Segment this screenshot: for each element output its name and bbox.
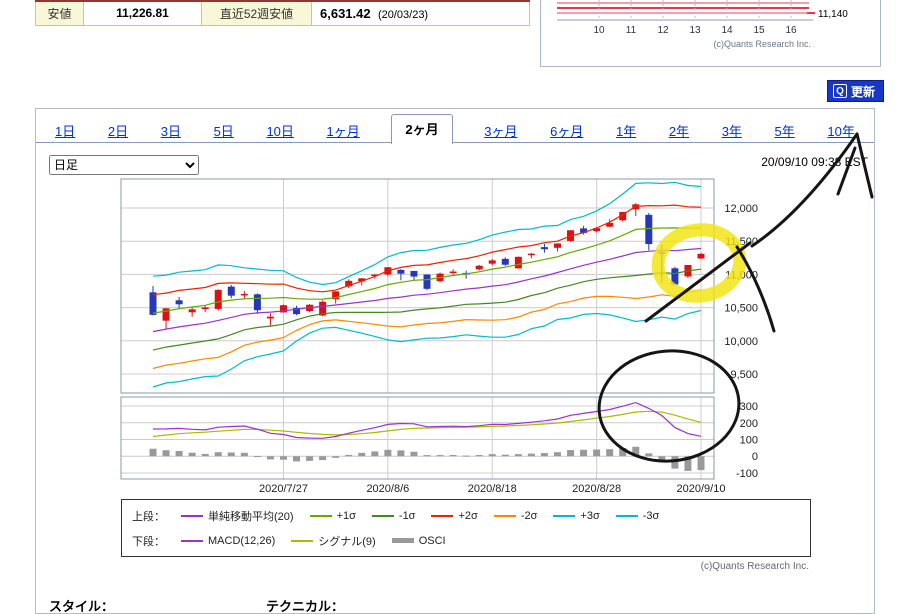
low-price-value: 11,226.81 — [84, 1, 202, 25]
macd-lines-layer — [153, 403, 701, 439]
chart-timestamp: 20/09/10 09:38 EST — [761, 155, 868, 169]
refresh-icon: Q — [833, 84, 847, 98]
legend-item: +3σ — [553, 510, 599, 522]
legend-item: 単純移動平均(20) — [181, 508, 294, 524]
chart-copyright: (c)Quants Research Inc. — [701, 561, 809, 572]
main-chart-svg: 12,000 11,500 11,000 10,500 10,000 9,500 300 20… — [36, 169, 876, 504]
svg-text:11,500: 11,500 — [725, 236, 758, 248]
svg-text:14: 14 — [721, 25, 733, 36]
legend-item: -1σ — [372, 510, 416, 522]
chart-panel: 1日2日3日5日10日1ヶ月2ヶ月3ヶ月6ヶ月1年2年3年5年10年 日足 20… — [35, 108, 875, 614]
legend-upper-label: 上段： — [132, 508, 165, 524]
legend-label: OSCI — [419, 535, 446, 547]
svg-text:12: 12 — [657, 25, 669, 36]
legend-lower-label: 下段： — [132, 533, 165, 549]
mini-chart-panel: 10 11 12 13 14 15 16 11,140 (c)Quants Research I… — [540, 0, 881, 67]
legend-swatch — [494, 515, 516, 517]
52week-low-date: (20/03/23) — [378, 9, 428, 21]
mini-chart-svg: 10 11 12 13 14 15 16 11,140 (c)Quants Research I… — [541, 0, 880, 65]
svg-text:9,500: 9,500 — [730, 369, 758, 381]
period-tab-2ヶ月[interactable]: 2ヶ月 — [391, 114, 452, 144]
svg-text:-100: -100 — [736, 468, 758, 480]
period-tab-bar: 1日 2日 3日 5日 10日 1ヶ月 2ヶ月 3ヶ月 6ヶ月 1年 2年 3年 5年 10年 — [36, 117, 874, 143]
period-tab-2年[interactable]: 2年 — [668, 118, 690, 143]
legend-item: +2σ — [431, 510, 477, 522]
legend-swatch — [181, 540, 203, 542]
svg-text:15: 15 — [753, 25, 765, 36]
52week-low-value-cell: 6,631.42 (20/03/23) — [312, 1, 530, 25]
legend-swatch — [310, 515, 332, 517]
period-tab-3日[interactable]: 3日 — [160, 118, 182, 143]
legend-swatch — [291, 540, 313, 542]
legend-label: MACD(12,26) — [208, 535, 275, 547]
svg-text:0: 0 — [752, 451, 758, 463]
legend-lower-row: 下段： MACD(12,26) シグナル(9) OSCI — [132, 533, 800, 549]
svg-text:2020/8/6: 2020/8/6 — [366, 483, 409, 495]
svg-text:11,000: 11,000 — [725, 269, 758, 281]
chart-legend: 上段： 単純移動平均(20) +1σ -1σ +2σ -2σ +3σ -3σ 下段： MAC… — [121, 499, 811, 557]
price-stats-table: 安値 11,226.81 直近52週安値 6,631.42 (20/03/23) — [35, 0, 530, 26]
page: 安値 11,226.81 直近52週安値 6,631.42 (20/03/23)… — [0, 0, 914, 614]
period-tab-10日[interactable]: 10日 — [265, 118, 294, 143]
period-tab-10年[interactable]: 10年 — [826, 118, 855, 143]
period-tab-1ヶ月[interactable]: 1ヶ月 — [326, 118, 361, 143]
legend-swatch — [181, 515, 203, 517]
svg-text:11: 11 — [626, 25, 637, 36]
svg-text:2020/8/18: 2020/8/18 — [468, 483, 517, 495]
svg-text:10: 10 — [593, 25, 605, 36]
legend-label: 単純移動平均(20) — [208, 508, 294, 524]
period-tab-5年[interactable]: 5年 — [774, 118, 796, 143]
legend-item: OSCI — [392, 535, 446, 547]
svg-text:10,500: 10,500 — [724, 303, 758, 315]
52week-low-value: 6,631.42 — [320, 6, 371, 21]
period-tab-6ヶ月[interactable]: 6ヶ月 — [549, 118, 584, 143]
legend-item: MACD(12,26) — [181, 535, 275, 547]
period-tab-2日[interactable]: 2日 — [107, 118, 129, 143]
svg-text:2020/8/28: 2020/8/28 — [572, 483, 621, 495]
osci-bars-layer — [150, 447, 705, 471]
period-tab-1年[interactable]: 1年 — [615, 118, 637, 143]
legend-label: +3σ — [580, 510, 599, 522]
svg-text:2020/9/10: 2020/9/10 — [677, 483, 726, 495]
svg-text:10,000: 10,000 — [724, 336, 758, 348]
svg-text:16: 16 — [785, 25, 797, 36]
period-tab-3ヶ月[interactable]: 3ヶ月 — [483, 118, 518, 143]
period-tab-3年[interactable]: 3年 — [721, 118, 743, 143]
svg-text:(c)Quants Research Inc.: (c)Quants Research Inc. — [713, 39, 811, 49]
legend-swatch — [392, 538, 414, 543]
style-section-label: スタイル： — [49, 596, 114, 614]
legend-label: +2σ — [458, 510, 477, 522]
svg-text:200: 200 — [740, 418, 758, 430]
period-tab-1日[interactable]: 1日 — [54, 118, 76, 143]
svg-text:300: 300 — [740, 401, 758, 413]
legend-upper-row: 上段： 単純移動平均(20) +1σ -1σ +2σ -2σ +3σ -3σ — [132, 508, 800, 524]
52week-low-label: 直近52週安値 — [202, 1, 312, 25]
low-price-label: 安値 — [36, 1, 84, 25]
table-row: 安値 11,226.81 直近52週安値 6,631.42 (20/03/23) — [36, 1, 530, 25]
legend-swatch — [553, 515, 575, 517]
legend-label: -1σ — [399, 510, 416, 522]
svg-text:13: 13 — [689, 25, 701, 36]
legend-label: +1σ — [337, 510, 356, 522]
technical-section-label: テクニカル： — [266, 596, 344, 614]
period-tab-5日[interactable]: 5日 — [213, 118, 235, 143]
legend-label: -3σ — [643, 510, 660, 522]
refresh-button-label: 更新 — [851, 83, 875, 100]
legend-label: シグナル(9) — [318, 533, 375, 549]
svg-text:100: 100 — [740, 435, 758, 447]
svg-text:11,140: 11,140 — [818, 9, 848, 20]
refresh-button[interactable]: Q 更新 — [827, 80, 884, 102]
legend-item: -3σ — [616, 510, 660, 522]
legend-item: -2σ — [494, 510, 538, 522]
legend-item: シグナル(9) — [291, 533, 375, 549]
legend-swatch — [616, 515, 638, 517]
legend-swatch — [431, 515, 453, 517]
grid-layer: 12,000 11,500 11,000 10,500 10,000 9,500 300 20… — [121, 179, 758, 495]
legend-item: +1σ — [310, 510, 356, 522]
legend-label: -2σ — [521, 510, 538, 522]
svg-text:12,000: 12,000 — [724, 203, 758, 215]
legend-swatch — [372, 515, 394, 517]
svg-text:2020/7/27: 2020/7/27 — [259, 483, 308, 495]
